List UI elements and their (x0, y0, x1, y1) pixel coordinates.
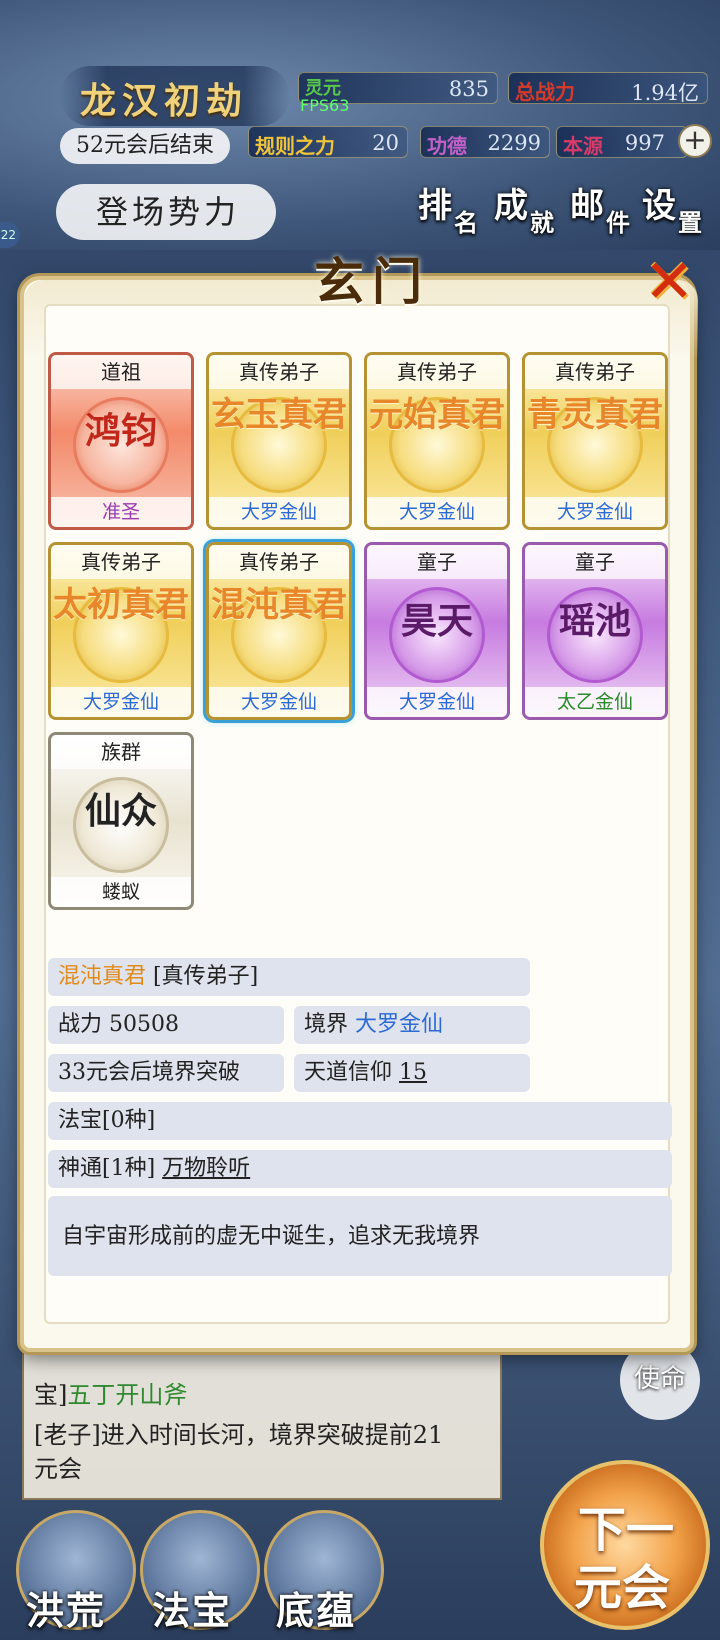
card-rank: 真传弟子 (525, 355, 665, 389)
log-line-1: 宝]五丁开山斧 (34, 1378, 187, 1412)
member-card-selected[interactable]: 真传弟子 混沌真君 大罗金仙 (206, 542, 352, 720)
member-card[interactable]: 真传弟子 元始真君 大罗金仙 (364, 352, 510, 530)
detail-treasure-row: 法宝[0种] (48, 1102, 672, 1140)
stat-merit: 功德 2299 (420, 126, 550, 158)
detail-realm-label: 境界 (304, 1012, 349, 1037)
detail-faith-label: 天道信仰 (304, 1060, 393, 1085)
card-realm: 大罗金仙 (367, 497, 507, 527)
member-card[interactable]: 童子 瑶池 太乙金仙 (522, 542, 668, 720)
card-name: 太初真君 (53, 585, 189, 625)
modal-title: 玄门 (314, 252, 430, 311)
stat-origin: 本源 997 (556, 126, 688, 158)
achievement-button-main: 成 (494, 186, 530, 226)
detail-power-value: 50508 (109, 1012, 180, 1037)
detail-faith-row: 天道信仰 15 (294, 1054, 530, 1092)
achievement-button[interactable]: 成就 (494, 178, 556, 238)
detail-name-row: 混沌真君 [真传弟子] (48, 958, 530, 996)
log-line-1-prefix: 宝] (34, 1381, 68, 1409)
card-realm: 大罗金仙 (525, 497, 665, 527)
member-card[interactable]: 真传弟子 玄玉真君 大罗金仙 (206, 352, 352, 530)
mission-button[interactable]: 使命 (620, 1340, 700, 1420)
rank-button-sub: 名 (454, 208, 480, 237)
fps-counter: FPS63 (300, 96, 350, 115)
mail-button[interactable]: 邮件 (570, 178, 632, 238)
card-realm: 大罗金仙 (209, 687, 349, 717)
detail-realm-row: 境界 大罗金仙 (294, 1006, 530, 1044)
card-name: 元始真君 (369, 395, 505, 435)
achievement-button-sub: 就 (530, 208, 556, 237)
next-era-label-2: 元会 (574, 1560, 671, 1616)
detail-rank: [真传弟子] (153, 964, 259, 989)
member-card[interactable]: 童子 昊天 大罗金仙 (364, 542, 510, 720)
card-name: 玄玉真君 (211, 395, 347, 435)
card-rank: 真传弟子 (51, 545, 191, 579)
stat-rule-power-label: 规则之力 (255, 134, 335, 158)
stat-lingyuan-value: 835 (448, 77, 489, 101)
detail-faith-value[interactable]: 15 (399, 1060, 427, 1085)
stat-merit-value: 2299 (487, 131, 541, 155)
stat-origin-label: 本源 (563, 134, 603, 158)
rank-button[interactable]: 排名 (418, 178, 480, 238)
log-line-3: 元会 (34, 1455, 82, 1483)
detail-ability-value[interactable]: 万物聆听 (162, 1156, 250, 1181)
detail-ability-label: 神通[1种] (58, 1156, 156, 1181)
settings-button-sub: 置 (678, 208, 704, 237)
card-rank: 真传弟子 (209, 545, 349, 579)
add-resource-button[interactable]: + (678, 124, 712, 158)
card-rank: 道祖 (51, 355, 191, 389)
card-realm: 大罗金仙 (51, 687, 191, 717)
log-line-1-item[interactable]: 五丁开山斧 (67, 1381, 187, 1409)
card-realm: 准圣 (51, 497, 191, 527)
card-name: 青灵真君 (527, 395, 663, 435)
stat-rule-power-value: 20 (372, 131, 399, 155)
card-name: 昊天 (400, 600, 473, 642)
stat-origin-value: 997 (624, 131, 665, 155)
detail-power-row: 战力 50508 (48, 1006, 284, 1044)
card-rank: 童子 (525, 545, 665, 579)
mail-button-main: 邮 (570, 186, 606, 226)
honghuang-label: 洪荒 (26, 1588, 107, 1633)
detail-realm-value: 大罗金仙 (355, 1012, 444, 1037)
card-realm: 大罗金仙 (209, 497, 349, 527)
stat-total-power-value: 1.94亿 (631, 81, 699, 105)
member-card[interactable]: 道祖 鸿钧 准圣 (48, 352, 194, 530)
stat-total-power: 总战力 1.94亿 (508, 72, 708, 105)
stat-merit-label: 功德 (427, 134, 467, 158)
rank-button-main: 排 (418, 186, 454, 226)
era-countdown: 52元会后结束 (60, 128, 230, 164)
settings-button-main: 设 (642, 186, 678, 226)
card-rank: 族群 (51, 735, 191, 769)
card-name: 混沌真君 (211, 585, 347, 625)
stat-total-power-label: 总战力 (515, 80, 575, 104)
card-name: 瑶池 (558, 600, 631, 642)
detail-breakthrough-row: 33元会后境界突破 (48, 1054, 284, 1092)
close-icon[interactable]: ✕ (644, 252, 704, 312)
detail-ability-row: 神通[1种] 万物聆听 (48, 1150, 672, 1188)
card-rank: 真传弟子 (367, 355, 507, 389)
event-log-panel[interactable]: 宝]五丁开山斧 [老子]进入时间长河，境界突破提前21 元会 (22, 1350, 502, 1500)
card-rank: 童子 (367, 545, 507, 579)
member-card[interactable]: 真传弟子 太初真君 大罗金仙 (48, 542, 194, 720)
stat-rule-power: 规则之力 20 (248, 126, 408, 158)
enter-faction-button[interactable]: 登场势力 (56, 184, 276, 240)
detail-description: 自宇宙形成前的虚无中诞生，追求无我境界 (48, 1196, 672, 1276)
diyun-label: 底蕴 (276, 1588, 357, 1633)
member-card[interactable]: 族群 仙众 蝼蚁 (48, 732, 194, 910)
card-rank: 真传弟子 (209, 355, 349, 389)
log-line-2: [老子]进入时间长河，境界突破提前21 (34, 1421, 444, 1449)
settings-button[interactable]: 设置 (642, 178, 704, 238)
card-realm: 大罗金仙 (367, 687, 507, 717)
card-name: 仙众 (84, 790, 157, 832)
fabao-label: 法宝 (152, 1588, 233, 1633)
card-realm: 太乙金仙 (525, 687, 665, 717)
card-name: 鸿钧 (84, 410, 157, 452)
world-title: 龙汉初劫 (80, 80, 249, 122)
member-card[interactable]: 真传弟子 青灵真君 大罗金仙 (522, 352, 668, 530)
detail-name: 混沌真君 (58, 964, 147, 989)
detail-power-label: 战力 (58, 1012, 103, 1037)
card-realm: 蝼蚁 (51, 877, 191, 907)
mail-button-sub: 件 (606, 208, 632, 237)
